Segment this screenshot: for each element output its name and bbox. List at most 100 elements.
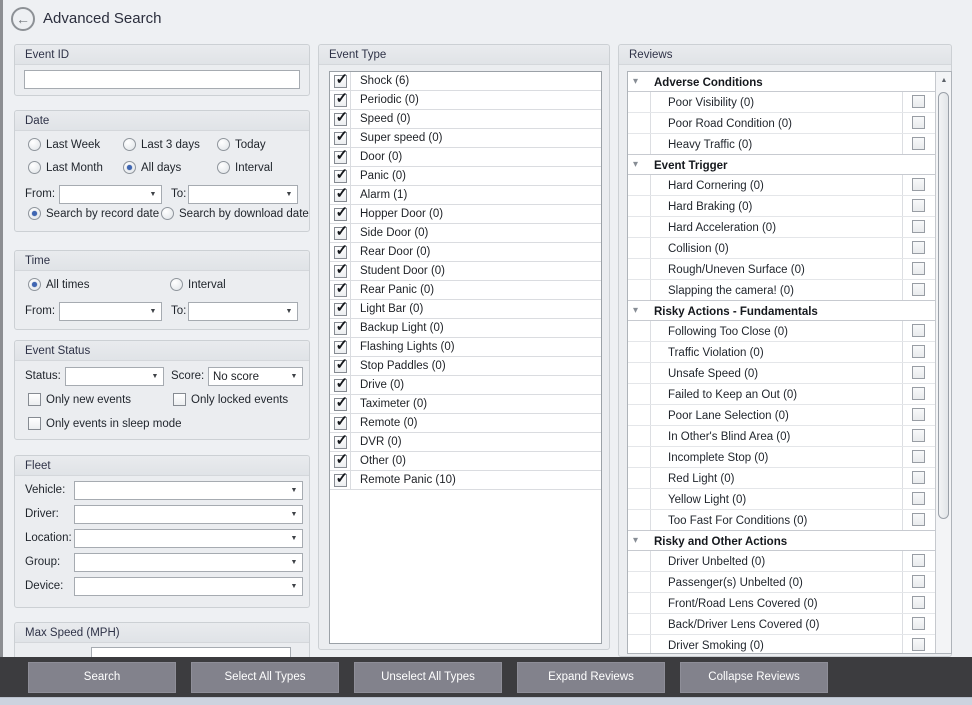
status-checkbox-option[interactable]: Only locked events [173,393,288,406]
review-item-row[interactable]: Too Fast For Conditions (0) [628,510,935,531]
checkbox-cell[interactable] [330,129,351,147]
review-item-row[interactable]: Red Light (0) [628,468,935,489]
review-item-row[interactable]: Incomplete Stop (0) [628,447,935,468]
date-radio-option[interactable]: Interval [217,161,273,174]
search-by-radio-option[interactable]: Search by record date [28,207,159,220]
search-by-radio-option[interactable]: Search by download date [161,207,309,220]
checkbox-cell[interactable] [330,91,351,109]
checkbox-cell[interactable] [330,433,351,451]
date-radio-option[interactable]: All days [123,161,181,174]
review-checkbox[interactable] [912,241,925,254]
review-checkbox[interactable] [912,324,925,337]
checkbox-cell[interactable] [330,205,351,223]
review-group-row[interactable]: ▾Event Trigger [628,154,935,175]
collapse-arrow-icon[interactable]: ▾ [633,531,638,551]
reviews-scrollbar[interactable]: ▲ [935,72,952,653]
event-type-row[interactable]: Taximeter (0) [330,395,601,414]
review-item-row[interactable]: Collision (0) [628,238,935,259]
event-type-row[interactable]: Door (0) [330,148,601,167]
review-checkbox[interactable] [912,220,925,233]
event-type-row[interactable]: Light Bar (0) [330,300,601,319]
checkbox-cell[interactable] [330,243,351,261]
checkbox-cell[interactable] [330,300,351,318]
event-type-row[interactable]: Student Door (0) [330,262,601,281]
fleet-dropdown[interactable]: ▼ [74,481,303,500]
review-group-row[interactable]: ▾Adverse Conditions [628,72,935,92]
review-checkbox[interactable] [912,471,925,484]
date-radio-option[interactable]: Last Month [28,161,103,174]
checkbox-cell[interactable] [330,414,351,432]
review-checkbox[interactable] [912,513,925,526]
event-type-row[interactable]: Rear Door (0) [330,243,601,262]
checkbox-cell[interactable] [330,167,351,185]
status-checkbox-option[interactable]: Only new events [28,393,131,406]
checkbox-cell[interactable] [330,186,351,204]
review-item-row[interactable]: Hard Cornering (0) [628,175,935,196]
collapse-arrow-icon[interactable]: ▾ [633,72,638,92]
collapse-arrow-icon[interactable]: ▾ [633,155,638,175]
review-checkbox[interactable] [912,429,925,442]
scrollbar-thumb[interactable] [938,92,949,519]
footer-button[interactable]: Search [28,662,176,693]
review-checkbox[interactable] [912,283,925,296]
event-type-row[interactable]: DVR (0) [330,433,601,452]
fleet-dropdown[interactable]: ▼ [74,553,303,572]
checkbox-cell[interactable] [330,357,351,375]
review-checkbox[interactable] [912,617,925,630]
checkbox-cell[interactable] [330,395,351,413]
checkbox-cell[interactable] [330,376,351,394]
review-group-row[interactable]: ▾Risky and Other Actions [628,530,935,551]
review-item-row[interactable]: Heavy Traffic (0) [628,134,935,155]
status-dropdown[interactable]: ▼ [65,367,164,386]
event-type-row[interactable]: Remote (0) [330,414,601,433]
review-checkbox[interactable] [912,492,925,505]
event-type-row[interactable]: Panic (0) [330,167,601,186]
event-type-row[interactable]: Periodic (0) [330,91,601,110]
review-item-row[interactable]: Driver Smoking (0) [628,635,935,653]
status-checkbox-option[interactable]: Only events in sleep mode [28,417,182,430]
checkbox-cell[interactable] [330,338,351,356]
review-item-row[interactable]: Following Too Close (0) [628,321,935,342]
checkbox-cell[interactable] [330,471,351,489]
collapse-arrow-icon[interactable]: ▾ [633,301,638,321]
review-group-row[interactable]: ▾Risky Actions - Fundamentals [628,300,935,321]
checkbox-cell[interactable] [330,72,351,90]
checkbox-cell[interactable] [330,281,351,299]
event-type-row[interactable]: Speed (0) [330,110,601,129]
review-checkbox[interactable] [912,450,925,463]
event-type-row[interactable]: Hopper Door (0) [330,205,601,224]
review-checkbox[interactable] [912,638,925,651]
review-checkbox[interactable] [912,575,925,588]
review-item-row[interactable]: In Other's Blind Area (0) [628,426,935,447]
review-item-row[interactable]: Poor Visibility (0) [628,92,935,113]
date-radio-option[interactable]: Today [217,138,266,151]
event-type-row[interactable]: Side Door (0) [330,224,601,243]
checkbox-cell[interactable] [330,319,351,337]
event-type-row[interactable]: Alarm (1) [330,186,601,205]
fleet-dropdown[interactable]: ▼ [74,577,303,596]
score-dropdown[interactable]: No score▼ [208,367,303,386]
review-checkbox[interactable] [912,387,925,400]
checkbox-cell[interactable] [330,224,351,242]
review-checkbox[interactable] [912,95,925,108]
review-item-row[interactable]: Poor Road Condition (0) [628,113,935,134]
review-item-row[interactable]: Unsafe Speed (0) [628,363,935,384]
review-checkbox[interactable] [912,366,925,379]
review-checkbox[interactable] [912,178,925,191]
event-type-row[interactable]: Backup Light (0) [330,319,601,338]
review-checkbox[interactable] [912,116,925,129]
fleet-dropdown[interactable]: ▼ [74,505,303,524]
checkbox-cell[interactable] [330,452,351,470]
event-type-row[interactable]: Rear Panic (0) [330,281,601,300]
footer-button[interactable]: Unselect All Types [354,662,502,693]
review-item-row[interactable]: Traffic Violation (0) [628,342,935,363]
event-type-row[interactable]: Drive (0) [330,376,601,395]
footer-button[interactable]: Select All Types [191,662,339,693]
review-item-row[interactable]: Yellow Light (0) [628,489,935,510]
date-radio-option[interactable]: Last 3 days [123,138,200,151]
event-type-row[interactable]: Other (0) [330,452,601,471]
time-radio-option[interactable]: Interval [170,278,226,291]
fleet-dropdown[interactable]: ▼ [74,529,303,548]
date-radio-option[interactable]: Last Week [28,138,100,151]
checkbox-cell[interactable] [330,262,351,280]
